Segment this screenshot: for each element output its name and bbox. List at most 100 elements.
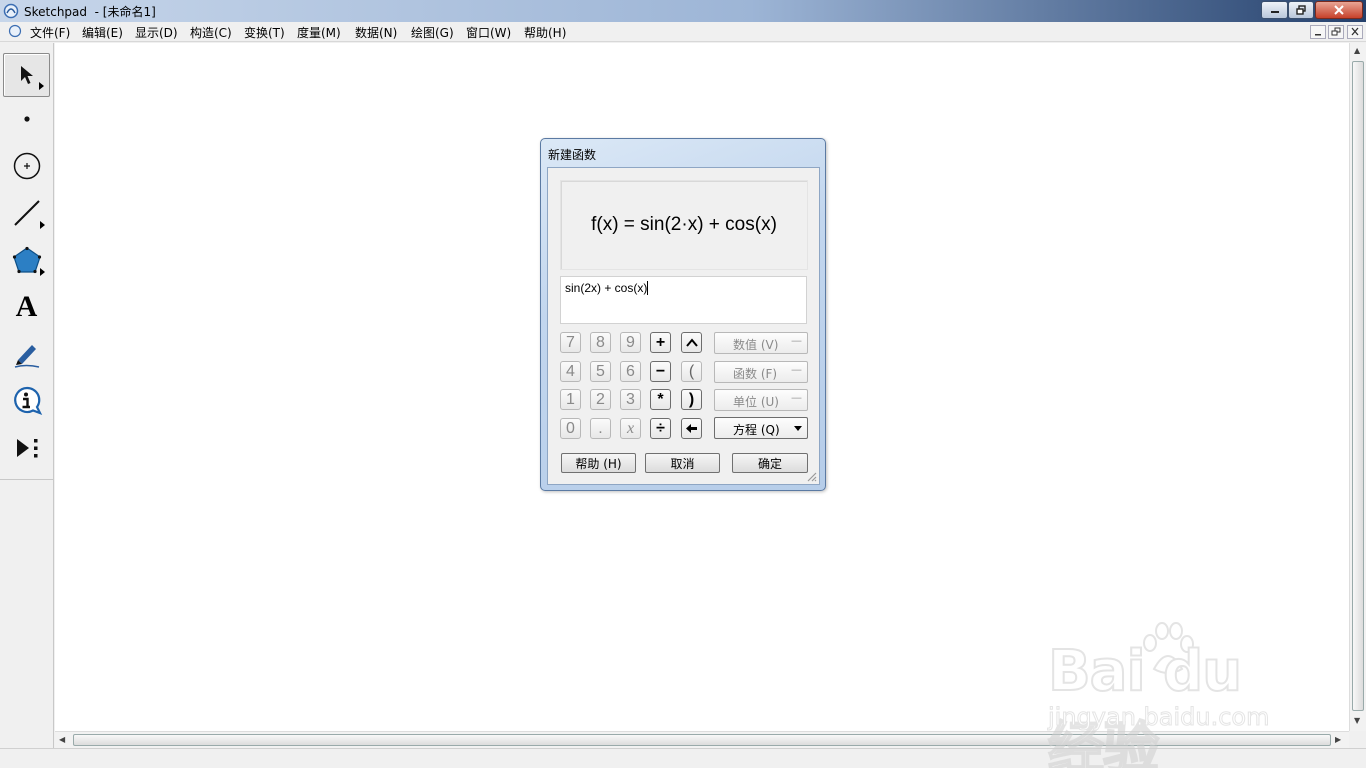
backspace-arrow-icon (686, 424, 697, 433)
doc-restore-button[interactable] (1328, 25, 1344, 39)
window-title: Sketchpad - [未命名1] (24, 5, 156, 19)
custom-tools-icon (16, 439, 37, 458)
units-label: 单位 (U) (733, 395, 779, 409)
values-popup[interactable]: 数值 (V) — (714, 332, 808, 354)
key-plus[interactable]: + (650, 332, 671, 353)
minimize-icon (1270, 11, 1279, 13)
key-divide[interactable]: ÷ (650, 418, 671, 439)
key-minus[interactable]: − (650, 361, 671, 382)
point-tool[interactable] (3, 97, 50, 141)
maximize-button[interactable] (1288, 1, 1314, 19)
menu-edit[interactable]: 编辑(E) (82, 24, 123, 41)
vertical-scrollbar[interactable]: ▲ ▼ (1349, 43, 1366, 731)
info-icon (13, 386, 42, 415)
menu-file[interactable]: 文件(F) (30, 24, 70, 41)
menu-graph[interactable]: 绘图(G) (411, 24, 454, 41)
dialog-body: f(x) = sin(2·x) + cos(x) sin(2x) + cos(x… (547, 167, 820, 485)
polygon-icon (12, 246, 41, 274)
polygon-tool[interactable] (3, 238, 50, 282)
key-1[interactable]: 1 (560, 389, 581, 410)
expression-text: sin(2x) + cos(x) (565, 281, 648, 295)
menu-transform[interactable]: 变换(T) (244, 24, 285, 41)
tool-submenu-indicator (39, 82, 44, 90)
tool-submenu-indicator (40, 268, 45, 276)
key-9[interactable]: 9 (620, 332, 641, 353)
key-8[interactable]: 8 (590, 332, 611, 353)
menu-measure[interactable]: 度量(M) (297, 24, 341, 41)
key-close-paren[interactable]: ) (681, 389, 702, 410)
menu-window[interactable]: 窗口(W) (466, 24, 511, 41)
resize-grip-icon[interactable] (805, 470, 817, 482)
key-3[interactable]: 3 (620, 389, 641, 410)
menu-data[interactable]: 数据(N) (355, 24, 397, 41)
key-power[interactable] (681, 332, 702, 353)
key-decimal[interactable]: . (590, 418, 611, 439)
arrow-select-icon (20, 66, 33, 84)
equation-label: 方程 (Q) (733, 423, 780, 437)
help-button[interactable]: 帮助 (H) (561, 453, 636, 473)
segment-icon (13, 200, 40, 226)
doc-minimize-button[interactable] (1310, 25, 1326, 39)
values-label: 数值 (V) (733, 338, 779, 352)
document-icon (8, 24, 22, 38)
compass-tool[interactable] (3, 144, 50, 188)
scroll-down-icon[interactable]: ▼ (1354, 716, 1360, 725)
menu-bar: 文件(F) 编辑(E) 显示(D) 构造(C) 变换(T) 度量(M) 数据(N… (0, 22, 1366, 42)
close-icon (1351, 27, 1359, 36)
ok-button[interactable]: 确定 (732, 453, 808, 473)
key-7[interactable]: 7 (560, 332, 581, 353)
minimize-icon (1315, 34, 1321, 36)
units-popup-marker: — (791, 391, 802, 404)
straightedge-tool[interactable] (3, 191, 50, 235)
text-tool[interactable]: A (3, 285, 50, 329)
key-4[interactable]: 4 (560, 361, 581, 382)
cancel-button[interactable]: 取消 (645, 453, 720, 473)
key-5[interactable]: 5 (590, 361, 611, 382)
toolbox: A (0, 43, 54, 748)
functions-label: 函数 (F) (733, 367, 778, 381)
key-x[interactable]: x (620, 418, 641, 439)
new-function-dialog: 新建函数 f(x) = sin(2·x) + cos(x) sin(2x) + … (540, 138, 826, 491)
vertical-scroll-thumb[interactable] (1352, 61, 1364, 711)
key-backspace[interactable] (681, 418, 702, 439)
marker-tool[interactable] (3, 332, 50, 376)
toolbox-separator (0, 479, 54, 480)
tool-submenu-indicator (40, 221, 45, 229)
menu-display[interactable]: 显示(D) (135, 24, 178, 41)
dropdown-arrow-icon (794, 426, 802, 431)
functions-popup[interactable]: 函数 (F) — (714, 361, 808, 383)
close-button[interactable] (1315, 1, 1363, 19)
point-icon (23, 116, 30, 122)
watermark-url: jingyan.baidu.com (1047, 703, 1270, 732)
values-popup-marker: — (791, 334, 802, 347)
menu-help[interactable]: 帮助(H) (524, 24, 566, 41)
key-2[interactable]: 2 (590, 389, 611, 410)
scroll-up-icon[interactable]: ▲ (1354, 46, 1360, 55)
equation-popup[interactable]: 方程 (Q) (714, 417, 808, 439)
restore-icon (1296, 5, 1306, 15)
close-icon (1334, 5, 1344, 15)
key-open-paren[interactable]: ( (681, 361, 702, 382)
doc-close-button[interactable] (1347, 25, 1363, 39)
formula-preview: f(x) = sin(2·x) + cos(x) (560, 180, 808, 270)
custom-tool[interactable] (3, 426, 50, 470)
menu-construct[interactable]: 构造(C) (190, 24, 232, 41)
arrow-tool[interactable] (3, 53, 50, 97)
title-bar: Sketchpad - [未命名1] (0, 0, 1366, 22)
app-icon (3, 3, 19, 19)
scroll-left-icon[interactable]: ◀ (59, 735, 65, 744)
text-caret (647, 281, 649, 295)
expression-input[interactable]: sin(2x) + cos(x) (560, 276, 807, 324)
scroll-right-icon[interactable]: ▶ (1335, 735, 1341, 744)
key-multiply[interactable]: * (650, 389, 671, 410)
caret-up-icon (685, 337, 698, 347)
key-0[interactable]: 0 (560, 418, 581, 439)
marker-pen-icon (14, 345, 39, 368)
information-tool[interactable] (3, 379, 50, 423)
dialog-title: 新建函数 (548, 148, 597, 162)
key-6[interactable]: 6 (620, 361, 641, 382)
minimize-button[interactable] (1261, 1, 1288, 19)
units-popup[interactable]: 单位 (U) — (714, 389, 808, 411)
circle-icon (13, 152, 40, 180)
baidu-jingyan-watermark: Bai du 经验 jingyan.baidu.com (1040, 615, 1310, 768)
